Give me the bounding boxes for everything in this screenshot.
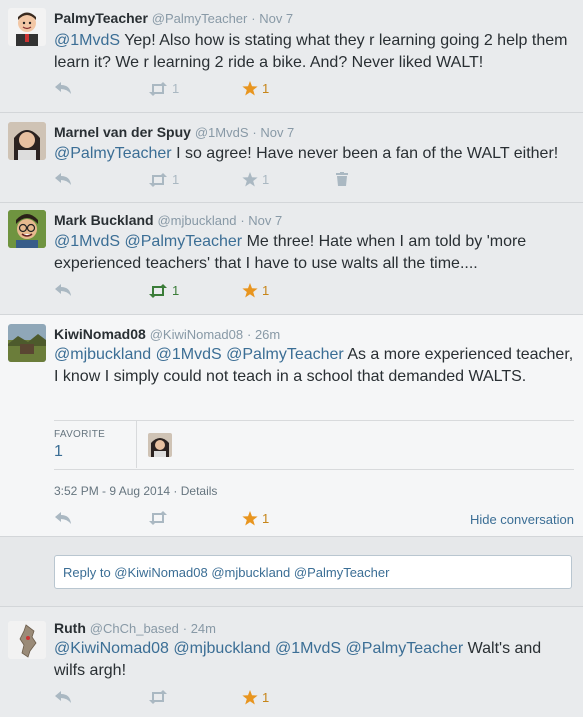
favorite-count: 1	[262, 172, 270, 187]
tweet-expanded[interactable]: KiwiNomad08 @KiwiNomad08 · 26m @mjbuckla…	[0, 315, 583, 537]
reply-button[interactable]	[54, 172, 72, 186]
avatar[interactable]	[8, 324, 46, 362]
tweet-actions: 1 1	[54, 172, 554, 190]
tweet[interactable]: Ruth @ChCh_based · 24m @KiwiNomad08 @mjb…	[0, 607, 583, 717]
author-handle[interactable]: @PalmyTeacher	[152, 11, 248, 26]
favorite-button[interactable]: 1	[242, 81, 269, 96]
mention-link[interactable]: @PalmyTeacher	[54, 145, 172, 162]
tweet-time[interactable]: · Nov 7	[252, 125, 294, 140]
author-name[interactable]: KiwiNomad08	[54, 326, 146, 342]
delete-button[interactable]	[336, 172, 348, 186]
retweet-button[interactable]: 1	[148, 283, 179, 298]
tweet-actions: 1 Hide conversation	[54, 511, 574, 529]
retweet-icon	[149, 690, 167, 704]
tweet[interactable]: PalmyTeacher @PalmyTeacher · Nov 7 @1Mvd…	[0, 0, 583, 113]
reply-icon	[55, 691, 71, 703]
retweet-icon	[149, 283, 167, 298]
reply-input[interactable]: Reply to @KiwiNomad08 @mjbuckland @Palmy…	[54, 555, 572, 589]
stats-divider	[136, 421, 137, 468]
author-name[interactable]: Mark Buckland	[54, 212, 154, 228]
star-icon	[242, 81, 258, 96]
mention-link[interactable]: @1MvdS	[156, 346, 222, 363]
star-icon	[242, 511, 258, 526]
tweet-time[interactable]: · Nov 7	[251, 11, 293, 26]
avatar[interactable]	[8, 621, 46, 659]
mention-link[interactable]: @PalmyTeacher	[125, 233, 243, 250]
avatar[interactable]	[8, 122, 46, 160]
star-icon	[242, 283, 258, 298]
mention-link[interactable]: @PalmyTeacher	[226, 346, 344, 363]
tweet[interactable]: Mark Buckland @mjbuckland · Nov 7 @1MvdS…	[0, 203, 583, 315]
star-icon	[242, 690, 258, 705]
favorite-stats: FAVORITE 1	[54, 420, 574, 470]
favorite-button[interactable]: 1	[242, 690, 269, 705]
author-handle[interactable]: @1MvdS	[195, 125, 249, 140]
favorite-button[interactable]: 1	[242, 511, 269, 526]
tweet-text: @1MvdS Yep! Also how is stating what the…	[54, 30, 574, 74]
reply-icon	[55, 82, 71, 94]
retweet-count: 1	[172, 283, 180, 298]
reply-button[interactable]	[54, 690, 72, 704]
favorite-button[interactable]: 1	[242, 172, 269, 187]
mention-link[interactable]: @1MvdS	[54, 233, 120, 250]
tweet-text: @KiwiNomad08 @mjbuckland @1MvdS @PalmyTe…	[54, 638, 574, 682]
favoriter-avatar[interactable]	[148, 433, 172, 457]
tweet-text: @1MvdS @PalmyTeacher Me three! Hate when…	[54, 231, 574, 275]
author-handle[interactable]: @KiwiNomad08	[150, 327, 243, 342]
author-handle[interactable]: @mjbuckland	[157, 213, 236, 228]
retweet-icon	[149, 511, 167, 525]
tweet[interactable]: Marnel van der Spuy @1MvdS · Nov 7 @Palm…	[0, 113, 583, 203]
tweet-actions: 1	[54, 690, 554, 708]
retweet-count: 1	[172, 81, 180, 96]
mention-link[interactable]: @mjbuckland	[54, 346, 151, 363]
author-name[interactable]: Ruth	[54, 620, 86, 636]
hide-conversation-link[interactable]: Hide conversation	[470, 512, 574, 527]
favorite-count: 1	[262, 283, 270, 298]
tweet-time[interactable]: · 26m	[247, 327, 280, 342]
star-icon	[242, 172, 258, 187]
tweet-text: @PalmyTeacher I so agree! Have never bee…	[54, 143, 574, 165]
author-handle[interactable]: @ChCh_based	[90, 621, 179, 636]
trash-icon	[336, 172, 348, 186]
retweet-icon	[149, 81, 167, 96]
mention-link[interactable]: @1MvdS	[275, 640, 341, 657]
tweet-text-segment: Yep! Also how is stating what they r lea…	[54, 32, 568, 71]
favorite-count: 1	[262, 690, 270, 705]
retweet-button[interactable]	[148, 690, 168, 704]
mention-link[interactable]: @1MvdS	[54, 32, 120, 49]
tweet-actions: 1 1	[54, 283, 554, 301]
reply-button[interactable]	[54, 81, 72, 95]
tweet-actions: 1 1	[54, 81, 554, 99]
retweet-button[interactable]: 1	[148, 81, 179, 96]
reply-area: Reply to @KiwiNomad08 @mjbuckland @Palmy…	[0, 537, 583, 607]
favorite-button[interactable]: 1	[242, 283, 269, 298]
reply-button[interactable]	[54, 511, 72, 525]
favorite-count: 1	[262, 511, 270, 526]
avatar[interactable]	[8, 8, 46, 46]
avatar[interactable]	[8, 210, 46, 248]
mention-link[interactable]: @mjbuckland	[173, 640, 270, 657]
favorite-total[interactable]: 1	[54, 443, 63, 461]
author-name[interactable]: PalmyTeacher	[54, 10, 148, 26]
favorite-label: FAVORITE	[54, 429, 106, 440]
reply-icon	[55, 284, 71, 296]
tweet-time[interactable]: · 24m	[183, 621, 216, 636]
mention-link[interactable]: @PalmyTeacher	[346, 640, 464, 657]
retweet-icon	[149, 172, 167, 187]
tweet-text: @mjbuckland @1MvdS @PalmyTeacher As a mo…	[54, 344, 574, 388]
retweet-button[interactable]	[148, 511, 168, 525]
favorite-count: 1	[262, 81, 270, 96]
tweet-timestamp[interactable]: 3:52 PM - 9 Aug 2014 · Details	[54, 484, 217, 498]
author-name[interactable]: Marnel van der Spuy	[54, 124, 191, 140]
reply-icon	[55, 512, 71, 524]
retweet-count: 1	[172, 172, 180, 187]
tweet-time[interactable]: · Nov 7	[240, 213, 282, 228]
mention-link[interactable]: @KiwiNomad08	[54, 640, 169, 657]
tweet-text-segment: I so agree! Have never been a fan of the…	[171, 145, 559, 162]
reply-button[interactable]	[54, 283, 72, 297]
reply-icon	[55, 173, 71, 185]
retweet-button[interactable]: 1	[148, 172, 179, 187]
